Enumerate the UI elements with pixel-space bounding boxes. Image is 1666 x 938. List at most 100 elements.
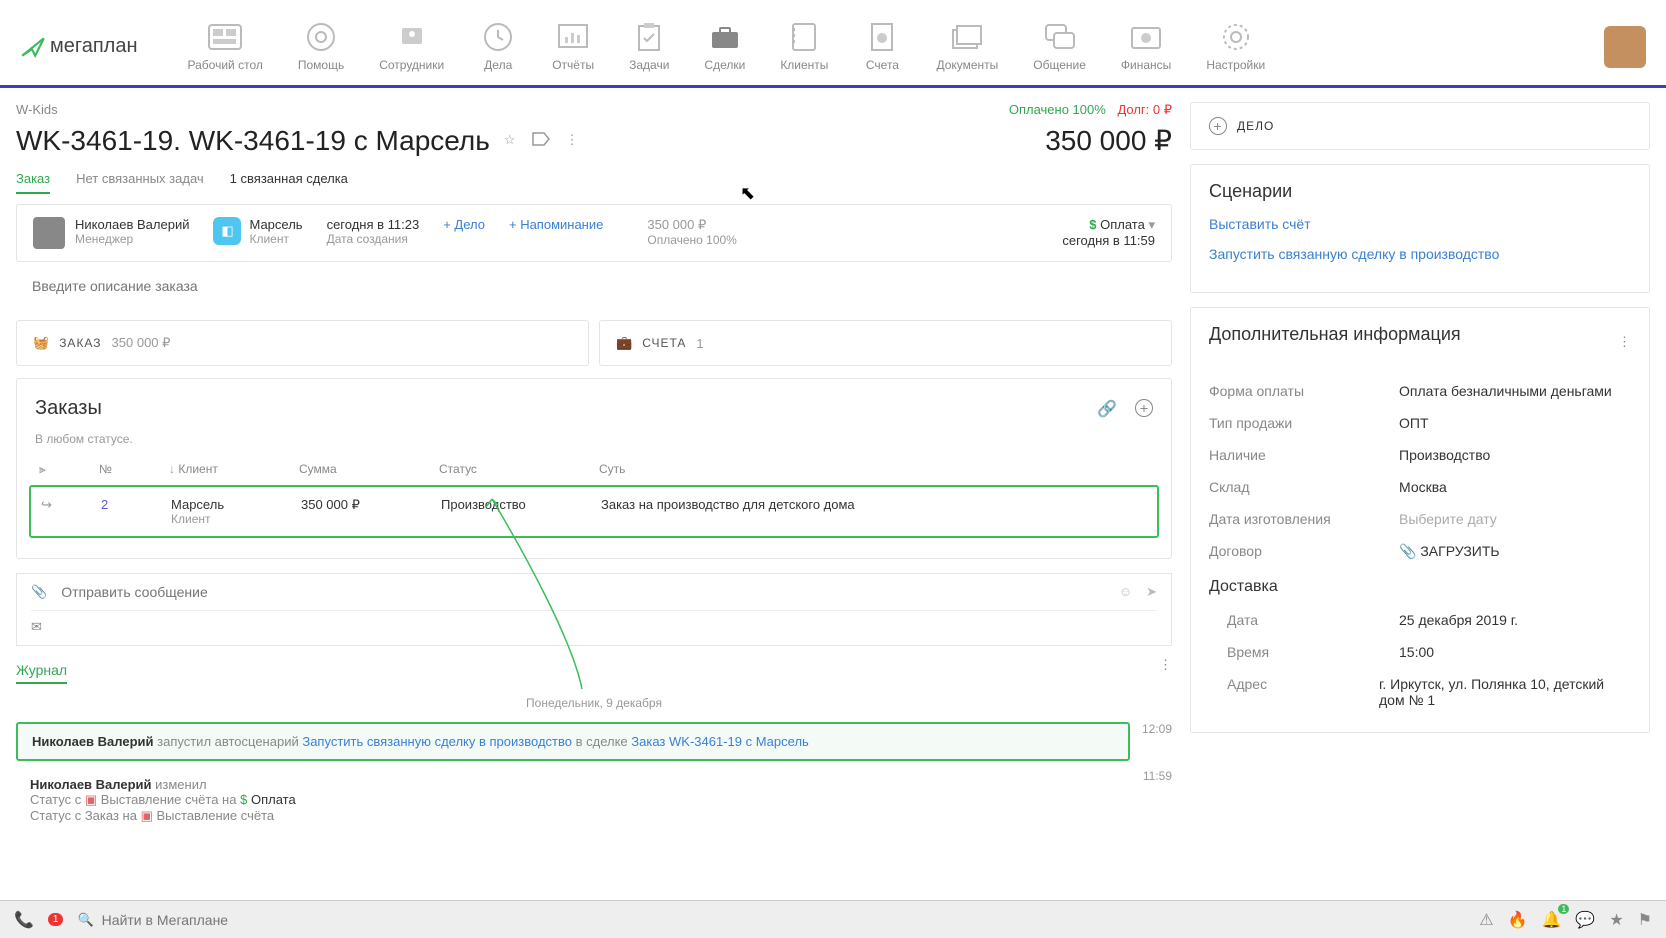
journal-entry: Николаев Валерий запустил автосценарий З… [16, 722, 1130, 761]
journal-date: Понедельник, 9 декабря [16, 696, 1172, 710]
filter-text[interactable]: В любом статусе. [35, 432, 1153, 446]
col-toggle-icon[interactable]: ⫸ [35, 462, 95, 477]
col-num[interactable]: № [99, 462, 112, 476]
emoji-icon[interactable]: ☺ [1119, 584, 1132, 600]
attach-icon[interactable]: 📎 [31, 584, 47, 600]
info-row: Договор📎 ЗАГРУЗИТЬ [1209, 535, 1631, 568]
client-block[interactable]: ◧ МарсельКлиент [213, 217, 302, 246]
link-icon[interactable]: 🔗 [1097, 399, 1117, 419]
nav-clients[interactable]: Клиенты [780, 22, 828, 72]
orders-section: Заказы 🔗 + В любом статусе. ⫸ № ↓ Клиент… [16, 378, 1172, 559]
col-status[interactable]: Статус [435, 462, 595, 477]
logo-text: мегаплан [50, 35, 138, 58]
nav-desktop[interactable]: Рабочий стол [188, 22, 263, 72]
nav-chat[interactable]: Общение [1033, 22, 1086, 72]
info-row: Адресг. Иркутск, ул. Полянка 10, детский… [1209, 668, 1631, 716]
feedback-icon[interactable]: ⚑ [1638, 910, 1652, 930]
phone-icon[interactable]: 📞 [14, 910, 34, 930]
message-box: 📎 ☺ ➤ ✉ [16, 573, 1172, 646]
deal-header-card: Николаев ВалерийМенеджер ◧ МарсельКлиент… [16, 204, 1172, 262]
tab-no-tasks[interactable]: Нет связанных задач [76, 171, 204, 194]
nav-deals[interactable]: Дела [479, 22, 517, 72]
info-row: Дата изготовленияВыберите дату [1209, 503, 1631, 535]
tile-bills[interactable]: 💼 СЧЕТА 1 [599, 320, 1172, 366]
side-deal-button[interactable]: +ДЕЛО [1190, 102, 1650, 150]
message-input[interactable] [61, 584, 1105, 600]
manager-block[interactable]: Николаев ВалерийМенеджер [33, 217, 189, 249]
paid-badge: Оплачено 100% [1009, 102, 1106, 117]
mail-icon[interactable]: ✉ [31, 619, 1157, 635]
total-block: 350 000 ₽ Оплачено 100% [647, 217, 737, 247]
top-nav: мегаплан Рабочий стол Помощь Сотрудники … [0, 0, 1666, 88]
debt-badge: Долг: 0 ₽ [1117, 102, 1172, 117]
more-icon[interactable]: ⋮ [566, 132, 579, 149]
tab-order[interactable]: Заказ [16, 171, 50, 194]
chat-icon[interactable]: 💬 [1575, 910, 1595, 930]
journal-more-icon[interactable]: ⋮ [1159, 657, 1172, 673]
user-avatar[interactable] [1604, 26, 1646, 68]
page-title: WK-3461-19. WK-3461-19 с Марсель [16, 125, 490, 157]
side-info: Дополнительная информация ⋮ Форма оплаты… [1190, 307, 1650, 733]
scenario-link-2[interactable]: Запустить связанную сделку в производств… [1209, 246, 1631, 262]
add-order-icon[interactable]: + [1135, 399, 1153, 417]
fire-icon[interactable]: 🔥 [1508, 910, 1528, 930]
star-icon[interactable]: ☆ [504, 132, 516, 149]
info-row: СкладМосква [1209, 471, 1631, 503]
tag-icon[interactable] [532, 132, 550, 149]
nav-docs[interactable]: Документы [936, 22, 998, 72]
row-expand-icon[interactable]: ↪ [37, 497, 97, 526]
deal-amount: 350 000 ₽ [1045, 124, 1172, 157]
bell-icon[interactable]: 🔔1 [1541, 910, 1561, 930]
nav-settings[interactable]: Настройки [1206, 22, 1265, 72]
send-icon[interactable]: ➤ [1146, 584, 1157, 600]
basket-icon: 🧺 [33, 335, 49, 351]
nav-items: Рабочий стол Помощь Сотрудники Дела Отчё… [188, 22, 1604, 72]
briefcase-icon: 💼 [616, 335, 632, 351]
nav-employees[interactable]: Сотрудники [379, 22, 444, 72]
status-selector[interactable]: $ Оплата ▾ сегодня в 11:59 [1062, 217, 1155, 248]
nav-tasks[interactable]: Задачи [629, 22, 669, 72]
info-row: Тип продажиОПТ [1209, 407, 1631, 439]
description-input[interactable] [16, 262, 1172, 310]
call-badge: 1 [48, 913, 64, 926]
plus-icon: + [1209, 117, 1227, 135]
journal-link-deal[interactable]: Заказ WK-3461-19 с Марсель [631, 734, 809, 749]
col-sum[interactable]: Сумма [295, 462, 435, 477]
nav-help[interactable]: Помощь [298, 22, 344, 72]
delivery-heading: Доставка [1209, 578, 1631, 596]
logo[interactable]: мегаплан [20, 34, 138, 60]
upload-button[interactable]: 📎 ЗАГРУЗИТЬ [1399, 543, 1500, 560]
add-deal-link[interactable]: + Дело [443, 217, 485, 232]
side-scenarios: Сценарии Выставить счёт Запустить связан… [1190, 164, 1650, 293]
nav-reports[interactable]: Отчёты [552, 22, 594, 72]
orders-title: Заказы [35, 397, 102, 420]
nav-finance[interactable]: Финансы [1121, 22, 1171, 72]
tab-deals[interactable]: 1 связанная сделка [230, 171, 348, 194]
scenarios-title: Сценарии [1209, 181, 1631, 202]
search-icon: 🔍 [77, 912, 93, 928]
col-desc[interactable]: Суть [595, 462, 1153, 477]
tile-order[interactable]: 🧺 ЗАКАЗ 350 000 ₽ [16, 320, 589, 366]
alert-icon[interactable]: ⚠ [1479, 910, 1493, 930]
scenario-link-1[interactable]: Выставить счёт [1209, 216, 1631, 232]
bottom-bar: 📞 1 🔍 ⚠ 🔥 🔔1 💬 ★ ⚑ [0, 900, 1666, 938]
journal-link-scenario[interactable]: Запустить связанную сделку в производств… [302, 734, 572, 749]
info-more-icon[interactable]: ⋮ [1618, 334, 1631, 350]
info-title: Дополнительная информация [1209, 324, 1461, 345]
order-row[interactable]: ↪ 2 МарсельКлиент 350 000 ₽ Производство… [29, 485, 1159, 538]
client-icon: ◧ [213, 217, 241, 245]
journal-time-2: 11:59 [1143, 769, 1172, 783]
col-client[interactable]: Клиент [178, 462, 218, 476]
journal-entry-plain: Николаев Валерий изменил Статус с ▣ Выст… [16, 769, 1131, 832]
mouse-cursor: ⬉ [740, 183, 755, 204]
page-tabs: Заказ Нет связанных задач 1 связанная сд… [16, 171, 1172, 194]
nav-trades[interactable]: Сделки [704, 22, 745, 72]
breadcrumb[interactable]: W-Kids [16, 102, 58, 118]
journal-tab[interactable]: Журнал [16, 662, 67, 684]
search-input[interactable] [102, 912, 1466, 928]
nav-bills[interactable]: Счета [863, 22, 901, 72]
global-search[interactable]: 🔍 [77, 912, 1465, 928]
add-reminder-link[interactable]: + Напоминание [509, 217, 603, 232]
star-icon[interactable]: ★ [1609, 910, 1623, 930]
manager-avatar [33, 217, 65, 249]
